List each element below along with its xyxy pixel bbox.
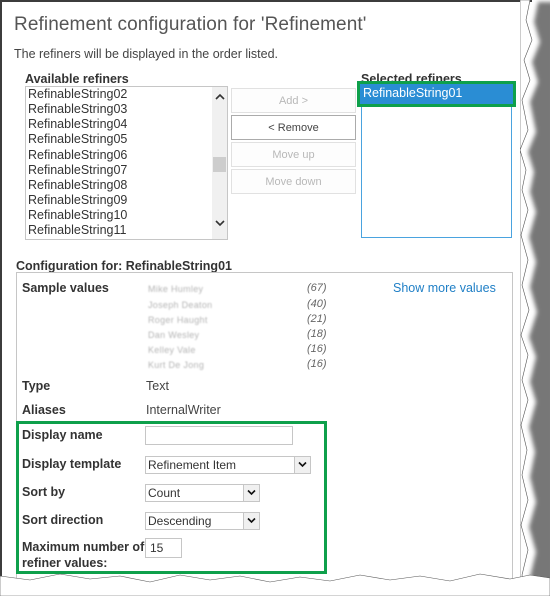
torn-edge-bottom (0, 573, 550, 596)
sort-by-select[interactable]: Count (145, 484, 260, 502)
list-item[interactable]: RefinableString06 (28, 148, 127, 163)
chevron-down-icon[interactable] (243, 513, 259, 529)
max-values-label-line2: refiner values: (22, 556, 108, 570)
list-item[interactable]: RefinableString08 (28, 178, 127, 193)
max-values-input[interactable]: 15 (145, 538, 182, 558)
sample-value-count: (16) (307, 343, 327, 355)
max-values-label-line1: Maximum number of (22, 540, 145, 554)
sample-value-name: Dan Wesley (148, 330, 200, 340)
sample-value-name: Kelley Vale (148, 345, 196, 355)
sample-values-label: Sample values (22, 281, 109, 295)
display-name-input[interactable] (145, 426, 293, 445)
chevron-down-icon[interactable] (243, 485, 259, 501)
sample-value-name: Mike Humley (148, 284, 204, 294)
configuration-heading: Configuration for: RefinableString01 (16, 259, 232, 273)
aliases-label: Aliases (22, 403, 66, 417)
show-more-values-link[interactable]: Show more values (393, 281, 496, 295)
sample-value-count: (16) (307, 358, 327, 370)
sort-by-value: Count (148, 486, 181, 500)
list-item[interactable]: RefinableString10 (28, 208, 127, 223)
list-item[interactable]: RefinableString04 (28, 117, 127, 132)
move-up-button[interactable]: Move up (231, 142, 356, 167)
list-item[interactable]: RefinableString03 (28, 102, 127, 117)
list-scrollbar[interactable] (212, 87, 227, 239)
display-template-select[interactable]: Refinement Item (145, 456, 311, 474)
available-refiners-list[interactable]: RefinableString02 RefinableString03 Refi… (25, 86, 228, 240)
scroll-thumb[interactable] (213, 157, 226, 172)
selected-refiner-item[interactable]: RefinableString01 (357, 81, 516, 107)
move-down-button[interactable]: Move down (231, 169, 356, 194)
list-item[interactable]: RefinableString05 (28, 132, 127, 147)
sample-value-count: (18) (307, 328, 327, 340)
max-values-label: Maximum number of refiner values: (22, 540, 144, 570)
sample-value-name: Roger Haught (148, 315, 208, 325)
available-refiners-label: Available refiners (25, 72, 129, 86)
chevron-up-icon[interactable] (212, 91, 227, 107)
selected-refiners-list[interactable]: RefinableString01 (357, 81, 516, 238)
sample-value-name: Joseph Deaton (148, 300, 213, 310)
chevron-down-icon[interactable] (294, 457, 310, 473)
type-value: Text (146, 379, 169, 393)
sample-value-name: Kurt De Jong (148, 360, 205, 370)
sort-direction-select[interactable]: Descending (145, 512, 260, 530)
torn-edge-right (520, 0, 550, 596)
display-name-label: Display name (22, 428, 103, 442)
type-label: Type (22, 379, 51, 393)
sort-direction-label: Sort direction (22, 513, 104, 527)
add-button[interactable]: Add > (231, 88, 356, 113)
aliases-value: InternalWriter (146, 403, 221, 417)
sample-value-count: (40) (307, 298, 327, 310)
sample-value-count: (67) (307, 282, 327, 294)
list-item[interactable]: RefinableString07 (28, 163, 127, 178)
list-item[interactable]: RefinableString02 (28, 87, 127, 102)
chevron-down-icon[interactable] (212, 217, 227, 233)
remove-button[interactable]: < Remove (231, 115, 356, 140)
sample-value-count: (21) (307, 313, 327, 325)
list-item[interactable]: RefinableString11 (28, 223, 126, 238)
page-subtitle: The refiners will be displayed in the or… (14, 47, 279, 61)
sort-direction-value: Descending (148, 514, 212, 528)
list-item[interactable]: RefinableString09 (28, 193, 127, 208)
page-title: Refinement configuration for 'Refinement… (14, 14, 367, 35)
display-template-value: Refinement Item (148, 458, 237, 472)
sort-by-label: Sort by (22, 485, 66, 499)
display-template-label: Display template (22, 457, 122, 471)
